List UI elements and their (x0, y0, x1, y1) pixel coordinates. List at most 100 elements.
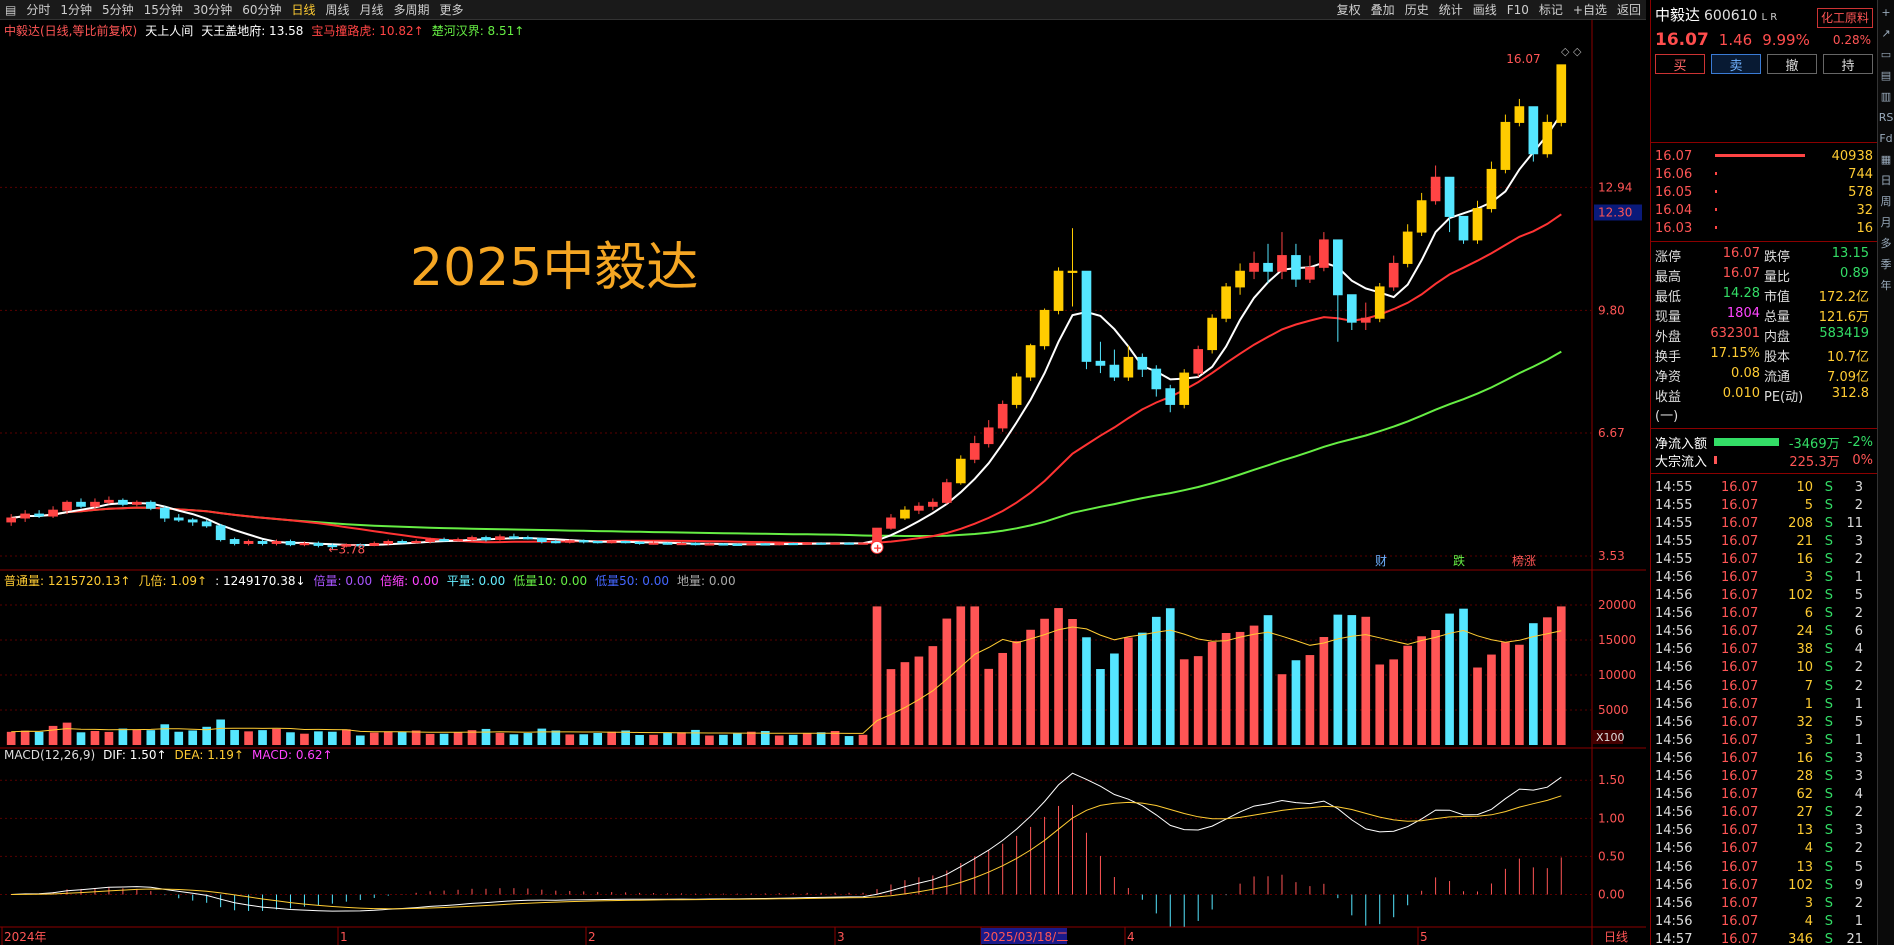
volume-bar (1515, 644, 1524, 745)
side-tool-icon[interactable]: 多 (1880, 235, 1893, 251)
tab-8[interactable]: 月线 (355, 0, 389, 20)
menu-icon[interactable]: ▤ (0, 0, 21, 20)
order-row[interactable]: 16.05 578 (1651, 183, 1877, 201)
candle-body (1472, 208, 1483, 241)
flow-pct: 0% (1852, 452, 1873, 468)
side-tool-icon[interactable]: ▦ (1880, 151, 1893, 167)
tab-7[interactable]: 周线 (321, 0, 355, 20)
candle-body (634, 541, 645, 544)
toolbar-item-0[interactable]: 复权 (1332, 0, 1366, 20)
candle-body (159, 507, 170, 519)
candle-body (1011, 376, 1022, 405)
volume-bar (314, 731, 323, 745)
toolbar-item-7[interactable]: +自选 (1568, 0, 1612, 20)
top-toolbar: ▤ 分时 1分钟 5分钟 15分钟 30分钟 60分钟 日线 周线 月线 多周期 更多 复权 叠加 历史… (0, 0, 1646, 20)
tick-side: S (1824, 805, 1833, 821)
toolbar-item-6[interactable]: 标记 (1534, 0, 1568, 20)
side-tool-icon[interactable]: Fd (1879, 130, 1892, 146)
flow-value: -3469万 (1788, 436, 1840, 452)
date-label: 1 (340, 930, 348, 944)
candle-body (173, 517, 184, 521)
tab-0[interactable]: 分时 (21, 0, 55, 20)
order-row[interactable]: 16.04 32 (1651, 201, 1877, 219)
flow-bar-fill (1713, 456, 1717, 464)
tab-10[interactable]: 更多 (435, 0, 469, 20)
volume-bar (635, 734, 644, 745)
order-bar-fill (1715, 172, 1717, 175)
order-row[interactable]: 16.07 40938 (1651, 147, 1877, 165)
toolbar-item-5[interactable]: F10 (1502, 0, 1534, 20)
tick-side: S (1824, 877, 1833, 893)
volume-bar (607, 731, 616, 745)
candle-body (1053, 270, 1064, 311)
side-tool-icon[interactable]: 日 (1880, 172, 1893, 188)
kline-chart[interactable]: 12.94 9.80 6.67 3.53 12.30 16.07 ←3.78 + ◇ ◇ 财 跌 榜涨… (0, 20, 1646, 945)
toolbar-item-3[interactable]: 统计 (1434, 0, 1468, 20)
toolbar-item-1[interactable]: 叠加 (1366, 0, 1400, 20)
side-tool-icon[interactable]: ▭ (1880, 46, 1893, 62)
candle-body (592, 541, 603, 544)
candle-body (313, 542, 324, 546)
tab-4[interactable]: 30分钟 (188, 0, 237, 20)
tick-side: S (1824, 678, 1833, 694)
tab-9[interactable]: 多周期 (389, 0, 435, 20)
volume-bar (956, 606, 966, 745)
position-button[interactable]: 持 (1823, 54, 1873, 74)
volume-bar (1026, 629, 1035, 745)
current-price-label: 12.30 (1598, 206, 1632, 220)
tick-list[interactable]: 14:55 16.07 10 S 3 14:55 16.07 5 S 2 14:55 16.07 208… (1651, 478, 1877, 945)
candle-body (285, 541, 296, 546)
tab-1[interactable]: 1分钟 (55, 0, 97, 20)
tick-count: 5 (1854, 714, 1863, 730)
side-tool-icon[interactable]: 周 (1880, 193, 1893, 209)
side-tool-icon[interactable]: 季 (1880, 256, 1893, 272)
toolbar-item-4[interactable]: 画线 (1468, 0, 1502, 20)
tick-count: 3 (1854, 479, 1863, 495)
buy-button[interactable]: 买 (1655, 54, 1705, 74)
volume-legend-item-1: 几倍: 1.09↑ (138, 574, 208, 588)
tick-side: S (1824, 859, 1833, 875)
tab-6[interactable]: 日线 (286, 0, 320, 20)
chart-area[interactable]: 12.94 9.80 6.67 3.53 12.30 16.07 ←3.78 + ◇ ◇ 财 跌 榜涨… (0, 20, 1646, 945)
order-row[interactable]: 16.06 744 (1651, 165, 1877, 183)
tab-2[interactable]: 5分钟 (97, 0, 139, 20)
tab-5[interactable]: 60分钟 (237, 0, 286, 20)
candle-body (1263, 262, 1273, 272)
tick-row: 14:56 16.07 13 S 3 (1651, 822, 1877, 840)
order-row[interactable]: 16.03 16 (1651, 219, 1877, 237)
stat-key: 换手 (1655, 350, 1682, 365)
side-tool-icon[interactable]: 年 (1880, 277, 1893, 293)
volume-bar (1207, 641, 1217, 745)
volume-bar (998, 652, 1008, 745)
side-tool-icon[interactable]: RS (1879, 109, 1894, 125)
tick-volume: 4 (1804, 841, 1813, 857)
volume-bar (900, 662, 910, 745)
tick-side: S (1824, 714, 1833, 730)
order-volume: 744 (1848, 166, 1873, 182)
tick-count: 2 (1854, 805, 1863, 821)
candle-body (746, 543, 757, 546)
volume-bar (691, 729, 700, 745)
order-price: 16.04 (1655, 202, 1693, 218)
volume-legend: 普通量: 1215720.13↑ 几倍: 1.09↑: 1249170.38↓ 倍量… (4, 572, 736, 589)
tick-price: 16.07 (1721, 913, 1759, 929)
candle-body (257, 541, 268, 544)
side-tool-icon[interactable]: ▥ (1880, 88, 1893, 104)
cancel-order-button[interactable]: 撤 (1767, 54, 1817, 74)
quote-panel: 中毅达 600610 L R 化工原料 0.28% 16.07 1.46 9.9… (1650, 0, 1877, 945)
industry-badge[interactable]: 化工原料 (1816, 8, 1873, 28)
candle-body (760, 543, 771, 546)
side-tool-icon[interactable]: + (1880, 4, 1893, 20)
tab-3[interactable]: 15分钟 (139, 0, 188, 20)
side-tool-icon[interactable]: ▤ (1880, 67, 1893, 83)
ma-line-chuhe (11, 350, 1562, 537)
side-tool-icon[interactable]: ↗ (1880, 25, 1893, 41)
volume-bar (1249, 625, 1259, 745)
diamond-icon: ◇ ◇ (1561, 45, 1582, 58)
sell-button[interactable]: 卖 (1711, 54, 1761, 74)
side-tool-icon[interactable]: 月 (1880, 214, 1893, 230)
tick-side: S (1824, 913, 1833, 929)
tick-price: 16.07 (1721, 750, 1759, 766)
toolbar-item-2[interactable]: 历史 (1400, 0, 1434, 20)
toolbar-item-8[interactable]: 返回 (1612, 0, 1646, 20)
